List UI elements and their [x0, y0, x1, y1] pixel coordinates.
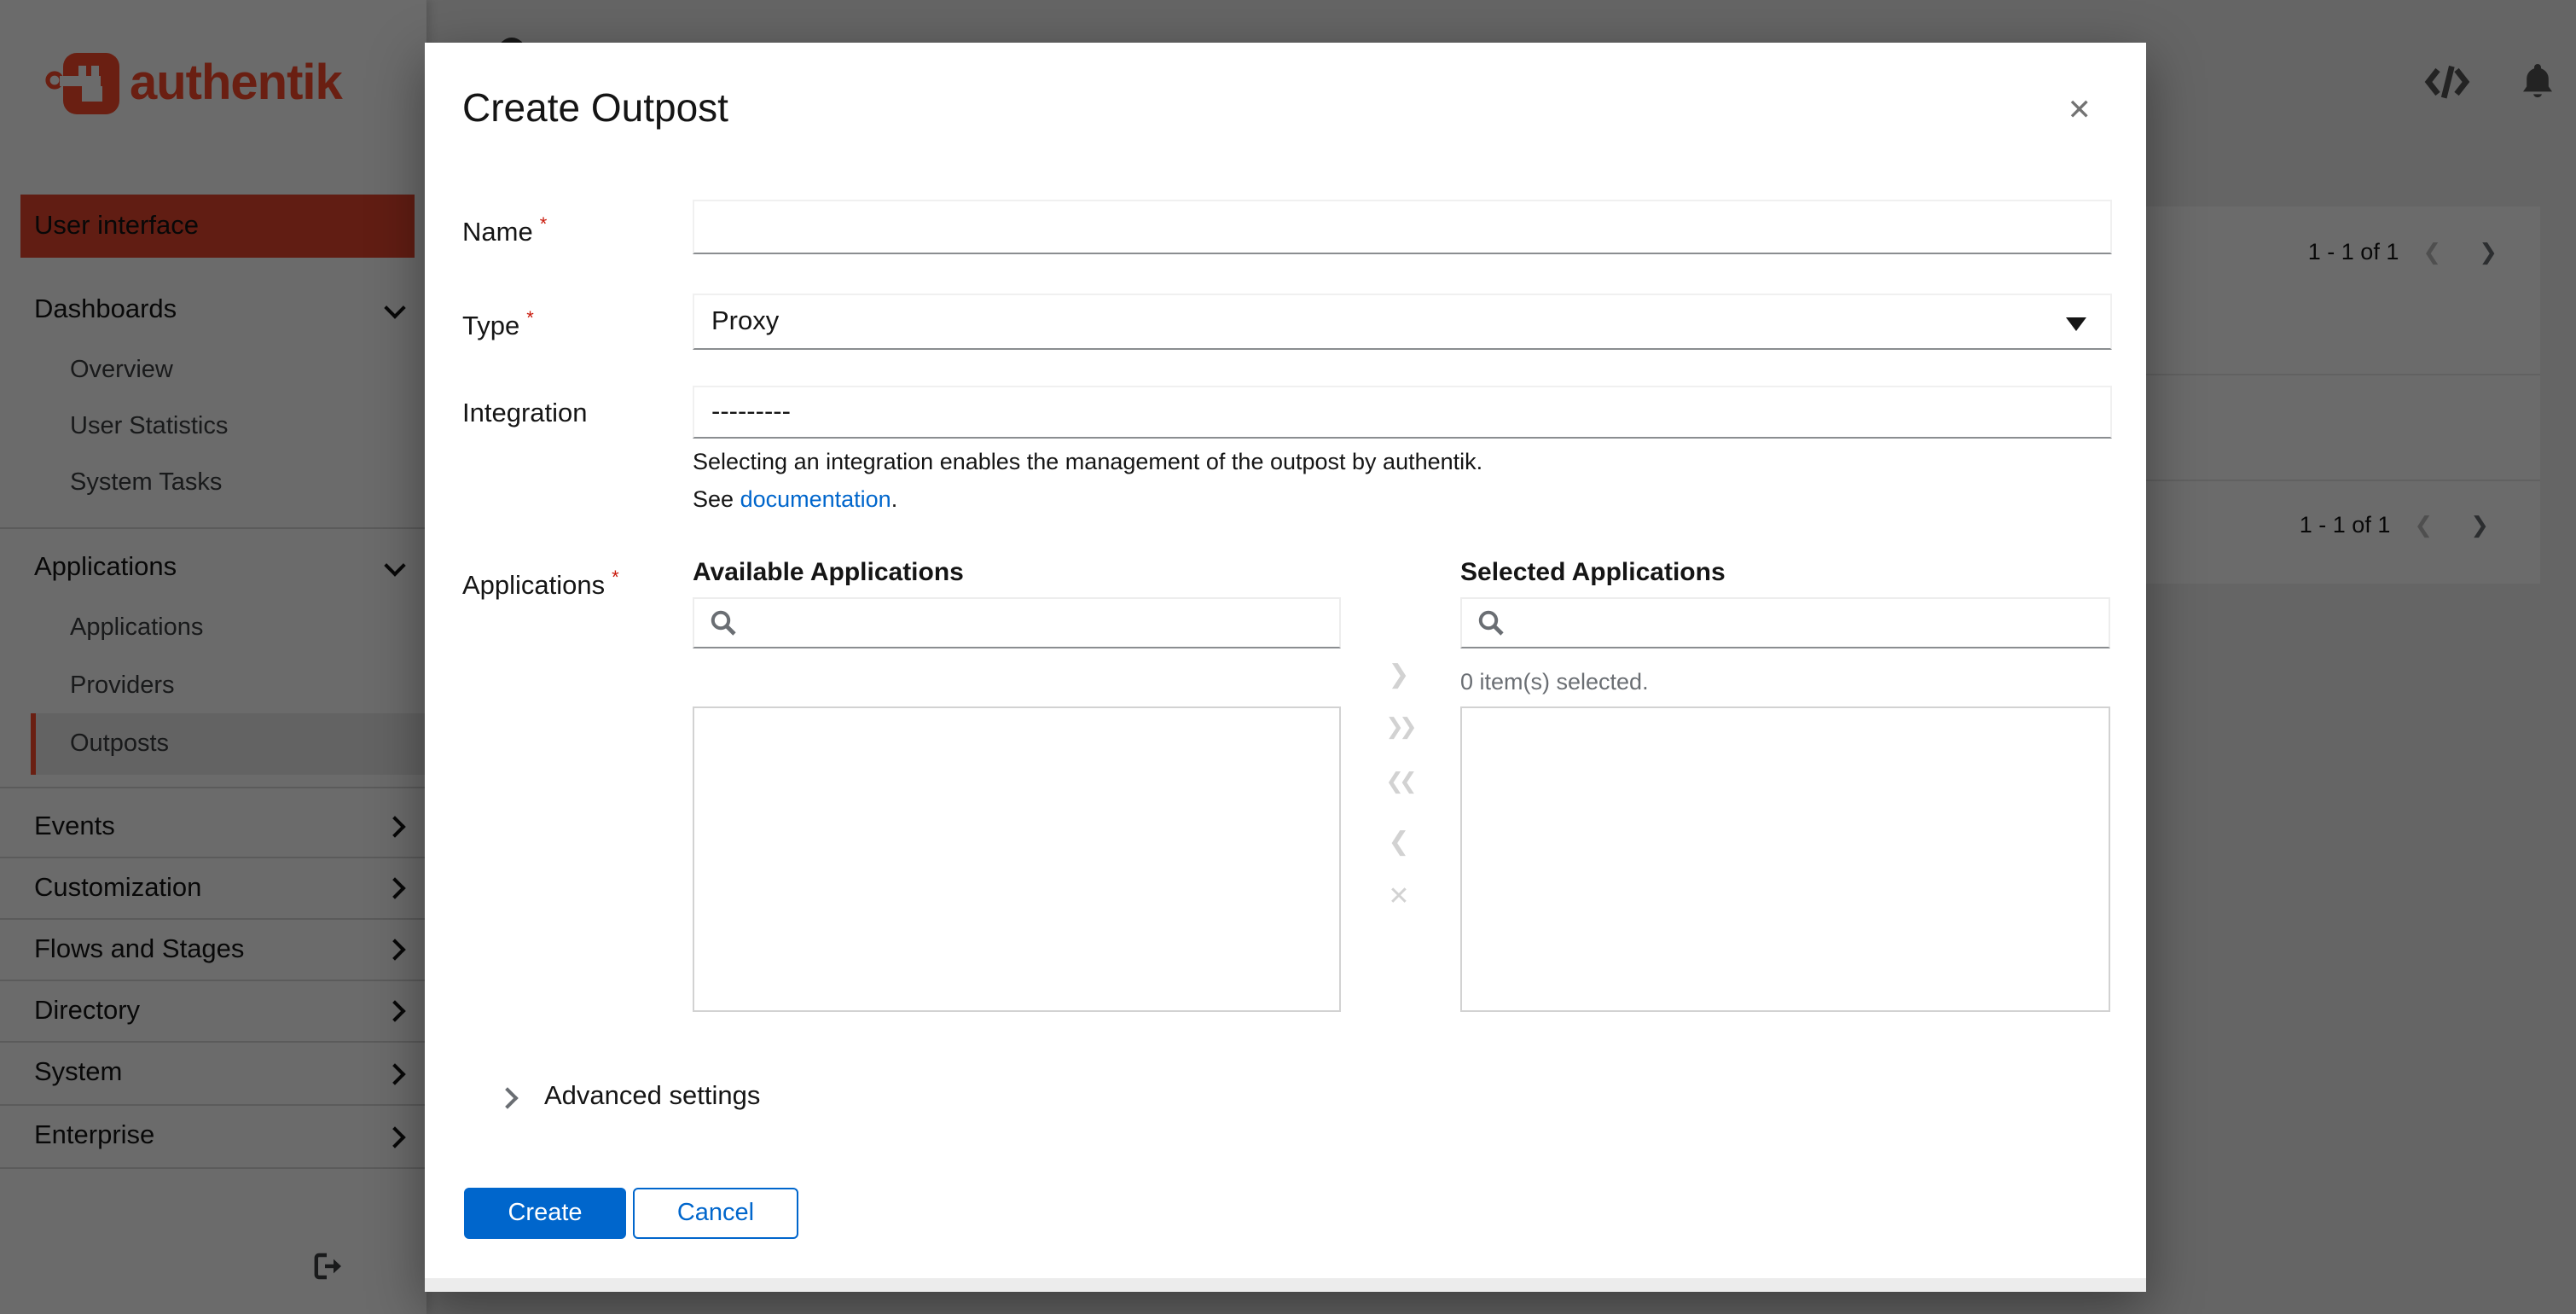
transfer-clear-icon[interactable]: ✕: [1377, 881, 1421, 911]
integration-select[interactable]: ---------: [693, 386, 2112, 439]
screen: authentik User interface Dashboards Over…: [0, 0, 2576, 1314]
type-select-value: Proxy: [711, 306, 780, 335]
integration-label: Integration: [462, 399, 588, 428]
selected-search-input[interactable]: [1518, 608, 2109, 638]
required-asterisk: *: [612, 568, 619, 589]
search-icon: [1478, 610, 1504, 636]
type-label: Type *: [462, 309, 534, 341]
chevron-right-icon: [496, 1086, 519, 1108]
modal-bottom-edge: [425, 1278, 2146, 1292]
available-applications-header: Available Applications: [693, 558, 964, 587]
create-button[interactable]: Create: [464, 1188, 626, 1239]
close-icon[interactable]: ✕: [2061, 87, 2099, 135]
search-icon: [711, 610, 736, 636]
transfer-remove-icon[interactable]: ❮: [1377, 826, 1421, 857]
modal-title: Create Outpost: [462, 85, 728, 130]
integration-help-text: Selecting an integration enables the man…: [693, 449, 1483, 474]
selected-applications-header: Selected Applications: [1460, 558, 1726, 587]
name-label: Name *: [462, 215, 548, 247]
selected-search: [1460, 597, 2110, 648]
integration-help-docs: See documentation.: [693, 486, 898, 512]
type-select[interactable]: Proxy: [693, 294, 2112, 350]
selected-count-status: 0 item(s) selected.: [1460, 669, 1649, 695]
available-applications-list[interactable]: [693, 706, 1341, 1012]
name-input[interactable]: [693, 200, 2112, 254]
selected-applications-list[interactable]: [1460, 706, 2110, 1012]
advanced-settings-toggle[interactable]: Advanced settings: [496, 1082, 761, 1113]
transfer-add-all-icon[interactable]: ❯❯: [1377, 715, 1421, 741]
select-caret-icon: [2066, 317, 2086, 330]
cancel-button[interactable]: Cancel: [633, 1188, 798, 1239]
transfer-remove-all-icon[interactable]: ❮❮: [1377, 770, 1421, 795]
documentation-link[interactable]: documentation: [740, 486, 891, 512]
available-search-input[interactable]: [751, 608, 1339, 638]
integration-select-value: ---------: [711, 397, 791, 426]
required-asterisk: *: [526, 309, 534, 329]
required-asterisk: *: [539, 215, 548, 235]
advanced-settings-label: Advanced settings: [544, 1082, 761, 1111]
available-search: [693, 597, 1341, 648]
applications-label: Applications *: [462, 568, 619, 601]
transfer-add-icon[interactable]: ❯: [1377, 659, 1421, 689]
create-outpost-modal: Create Outpost ✕ Name * Type * Proxy Integ…: [425, 43, 2146, 1292]
